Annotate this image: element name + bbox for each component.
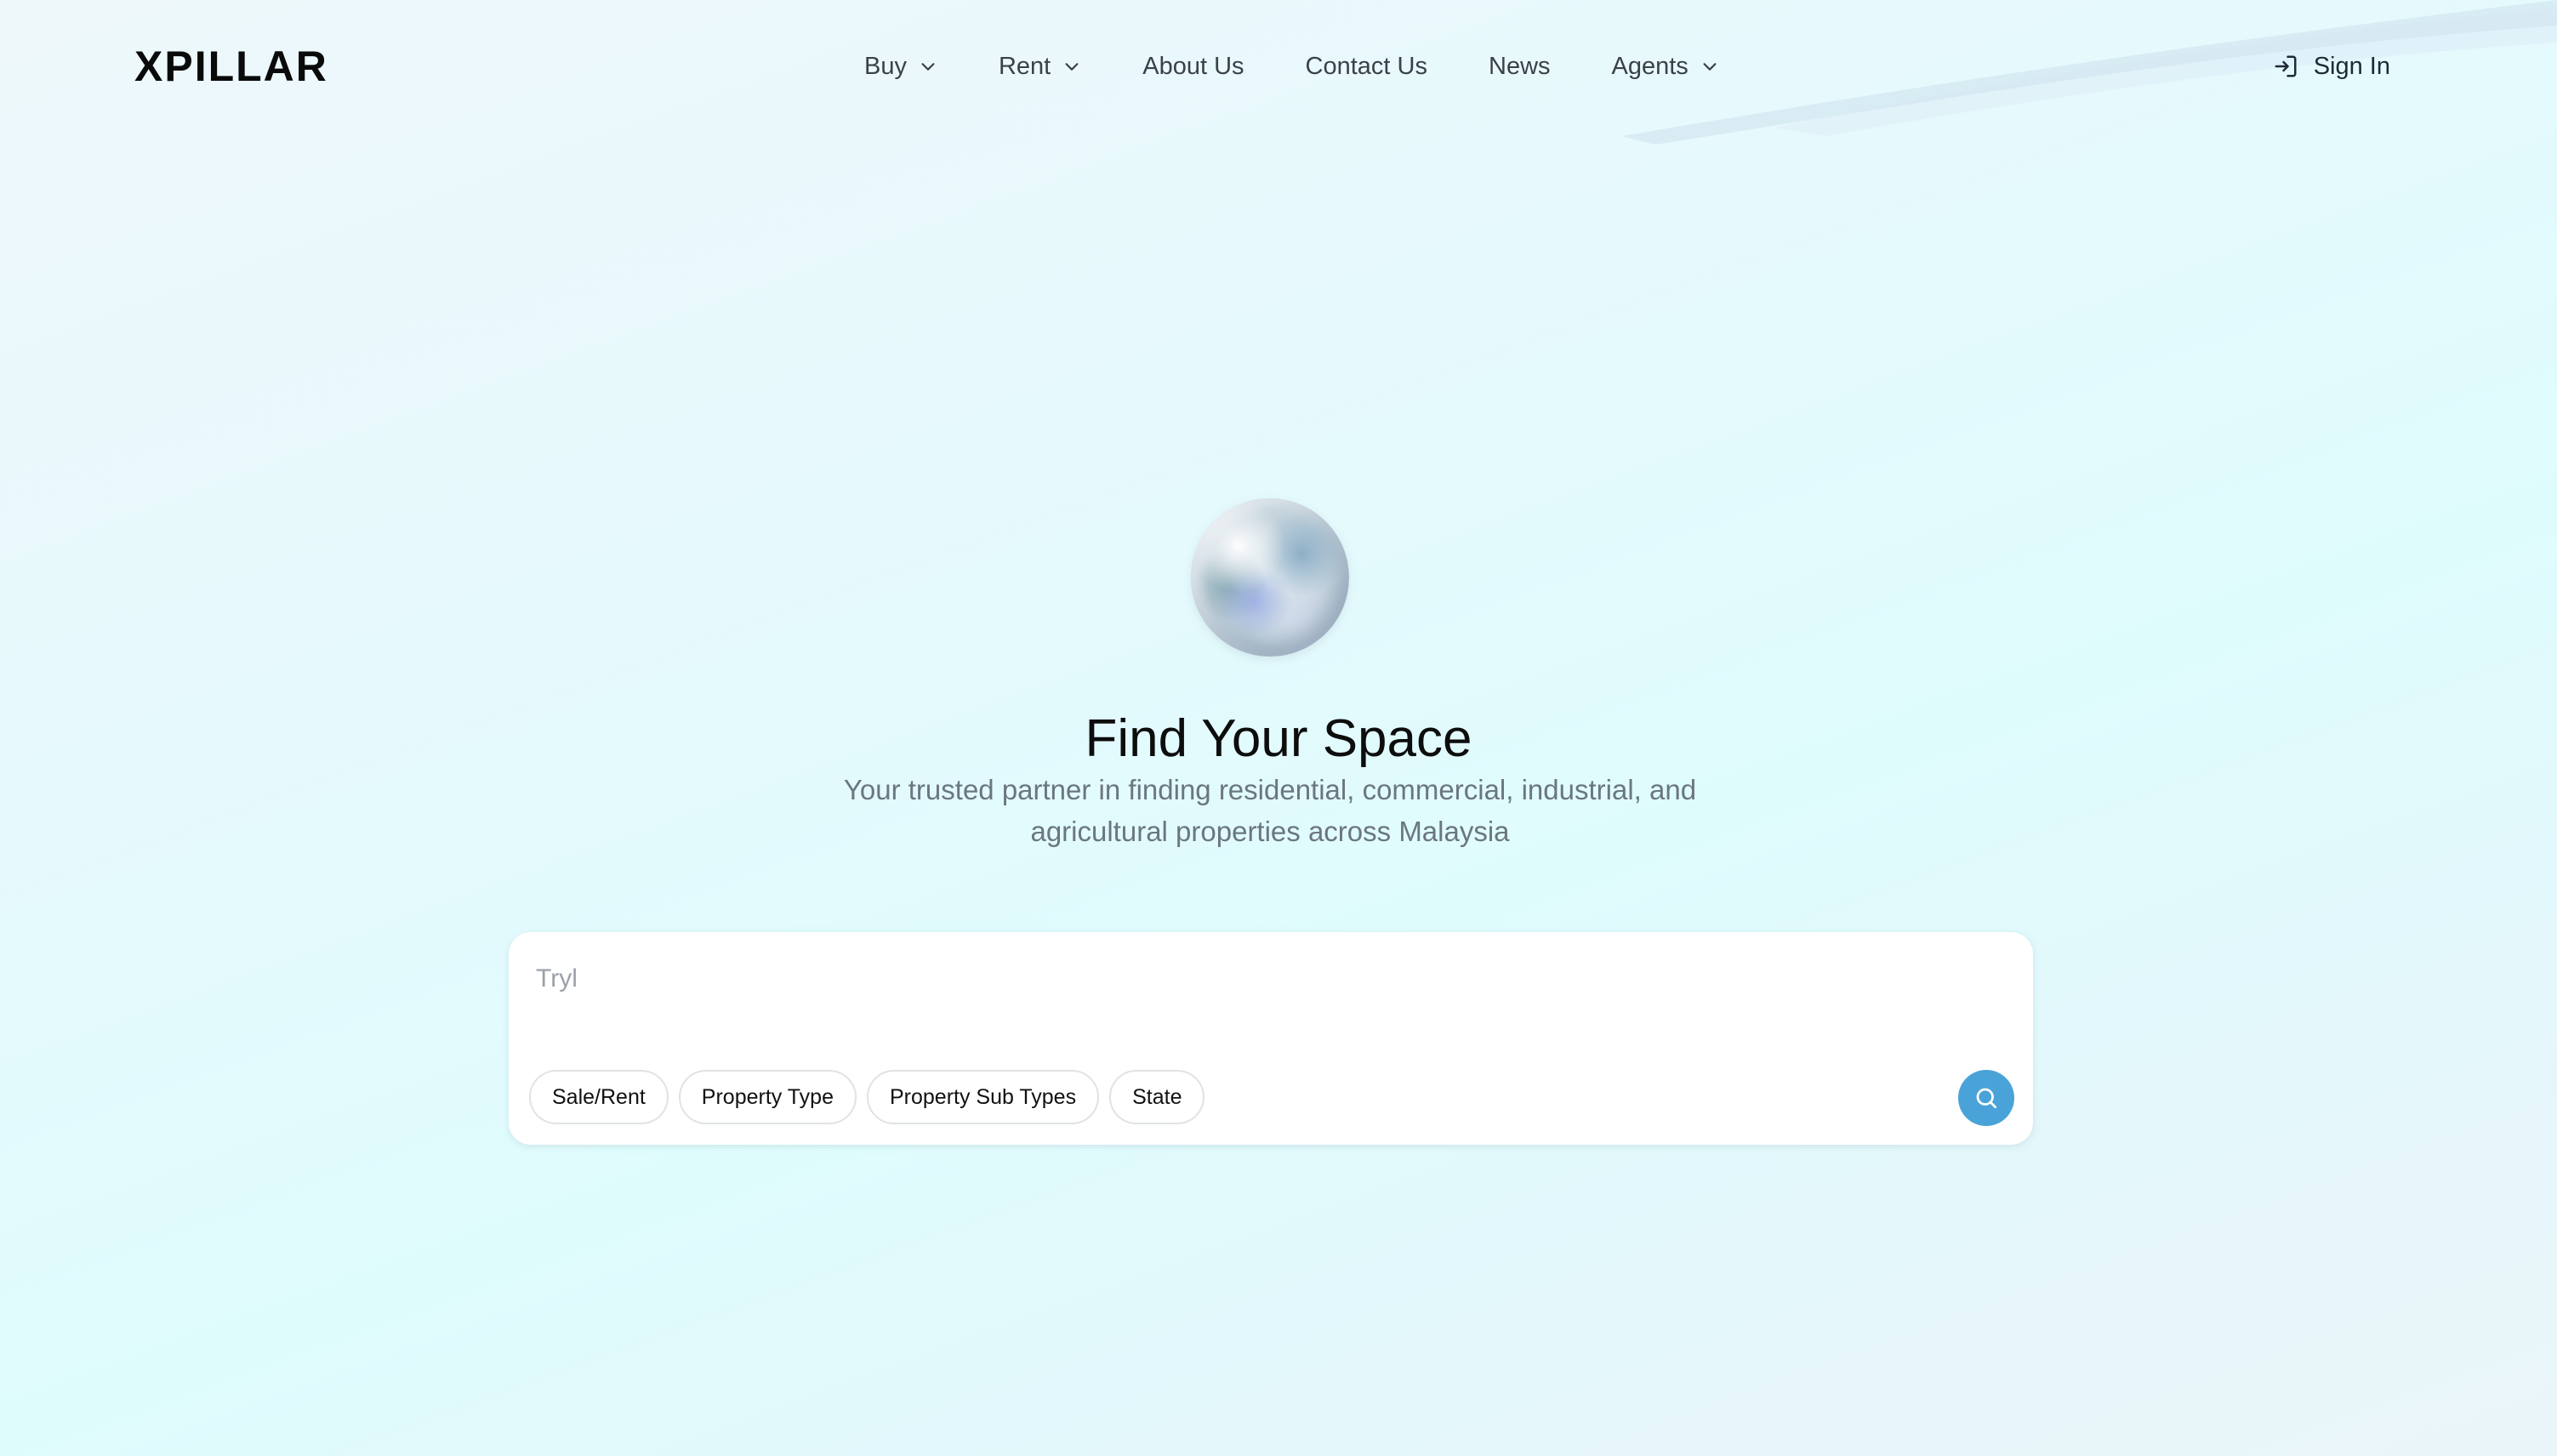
filter-chip-property-sub-types[interactable]: Property Sub Types [866,1070,1100,1124]
nav-item-buy[interactable]: Buy [864,53,937,81]
hero-orb-image [1191,498,1349,657]
chevron-down-icon [1065,63,1079,71]
filter-chip-state[interactable]: State [1109,1070,1205,1124]
search-input[interactable] [536,958,1982,1000]
nav-item-contact-us[interactable]: Contact Us [1306,53,1427,81]
nav-item-label: News [1489,52,1551,80]
filter-chip-property-type[interactable]: Property Type [678,1070,857,1124]
nav-item-label: Agents [1611,52,1689,80]
hero-subtitle: Your trusted partner in finding resident… [843,774,1697,847]
nav-item-news[interactable]: News [1489,53,1551,81]
search-button[interactable] [1958,1070,2014,1126]
filter-chip-sale-rent[interactable]: Sale/Rent [529,1070,669,1124]
sign-in-label: Sign In [2313,52,2390,80]
hero-title: Find Your Space [1085,709,1472,768]
search-card: Sale/Rent Property Type Property Sub Typ… [509,932,2033,1145]
nav-item-agents[interactable]: Agents [1612,53,1719,81]
sign-in-link[interactable]: Sign In [2273,48,2390,85]
nav-item-label: Buy [864,52,907,80]
nav-item-label: Rent [998,52,1051,80]
brand-logo[interactable]: XPILLAR [134,43,328,90]
chevron-down-icon [1703,63,1717,71]
filter-chips: Sale/Rent Property Type Property Sub Typ… [529,1070,1215,1124]
main-nav: Buy Rent About Us Contact Us News Agents [864,48,1719,85]
nav-item-label: About Us [1142,52,1244,80]
nav-item-rent[interactable]: Rent [999,53,1081,81]
search-icon [1976,1088,1996,1108]
chevron-down-icon [921,63,935,71]
nav-item-label: Contact Us [1305,52,1427,80]
nav-item-about-us[interactable]: About Us [1142,53,1244,81]
sign-in-icon [2275,55,2297,77]
site-header: XPILLAR Buy Rent About Us Contact Us New… [0,0,2557,133]
